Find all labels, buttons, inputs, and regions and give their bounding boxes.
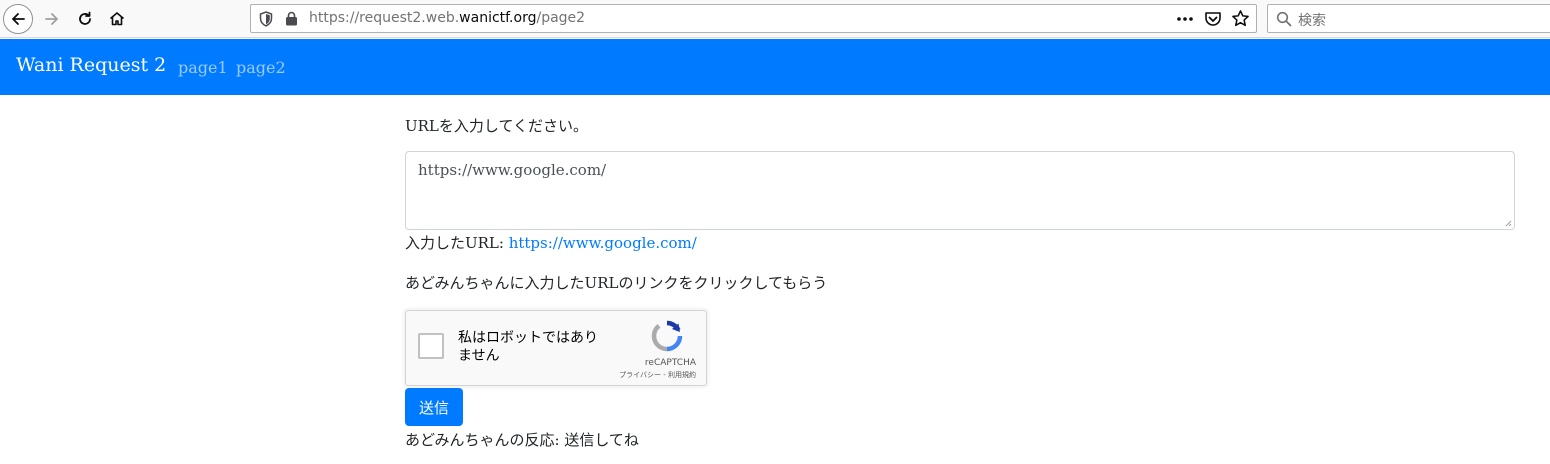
url-path: /page2	[536, 10, 586, 26]
page-actions-icon[interactable]	[1174, 8, 1196, 30]
search-bar[interactable]: 検索	[1267, 4, 1550, 33]
reload-icon	[79, 11, 91, 25]
nav-link-page2[interactable]: page2	[236, 58, 286, 77]
instruction-text: あどみんちゃんに入力したURLのリンクをクリックしてもらう	[405, 274, 828, 292]
arrow-right-icon	[45, 13, 58, 25]
bookmark-star-icon[interactable]	[1231, 9, 1250, 28]
url-textarea[interactable]: https://www.google.com/	[405, 151, 1515, 230]
entered-url-label: 入力したURL:	[405, 234, 509, 252]
url-prefix: https://request2.web.	[309, 10, 460, 26]
search-icon	[1276, 11, 1292, 27]
recaptcha-links[interactable]: プライバシー - 利用規約	[586, 370, 696, 380]
submit-button[interactable]: 送信	[405, 388, 463, 426]
url-domain: wanictf.org	[459, 10, 537, 26]
admin-reaction: あどみんちゃんの反応: 送信してね	[405, 431, 639, 449]
shield-icon[interactable]	[259, 11, 273, 27]
nav-link-page1[interactable]: page1	[178, 58, 228, 77]
recaptcha-logo-icon	[651, 320, 683, 352]
navbar-brand[interactable]: Wani Request 2	[16, 54, 166, 76]
url-prompt: URLを入力してください。	[405, 117, 588, 135]
site-navbar: Wani Request 2 page1 page2	[0, 39, 1550, 95]
recaptcha-label: 私はロボットではありません	[458, 330, 598, 364]
resize-grip-icon[interactable]	[1504, 219, 1512, 227]
entered-url-line: 入力したURL: https://www.google.com/	[405, 232, 697, 253]
forward-button[interactable]	[37, 4, 67, 34]
browser-toolbar: https://request2.web.wanictf.org/page2 検…	[0, 0, 1550, 38]
arrow-left-icon	[12, 13, 25, 25]
url-text[interactable]: https://request2.web.wanictf.org/page2	[309, 10, 585, 26]
home-button[interactable]	[102, 4, 132, 34]
lock-icon[interactable]	[285, 11, 298, 26]
back-button[interactable]	[3, 4, 33, 34]
recaptcha-widget: 私はロボットではありません reCAPTCHA プライバシー - 利用規約	[405, 310, 707, 386]
entered-url-link[interactable]: https://www.google.com/	[509, 234, 697, 252]
pocket-icon[interactable]	[1204, 10, 1222, 28]
search-placeholder: 検索	[1298, 13, 1326, 29]
url-textarea-value: https://www.google.com/	[418, 161, 607, 179]
reload-button[interactable]	[70, 4, 100, 34]
recaptcha-checkbox[interactable]	[418, 333, 444, 359]
recaptcha-brand: reCAPTCHA	[644, 358, 696, 368]
home-icon	[109, 12, 125, 26]
address-bar[interactable]: https://request2.web.wanictf.org/page2	[250, 4, 1257, 33]
